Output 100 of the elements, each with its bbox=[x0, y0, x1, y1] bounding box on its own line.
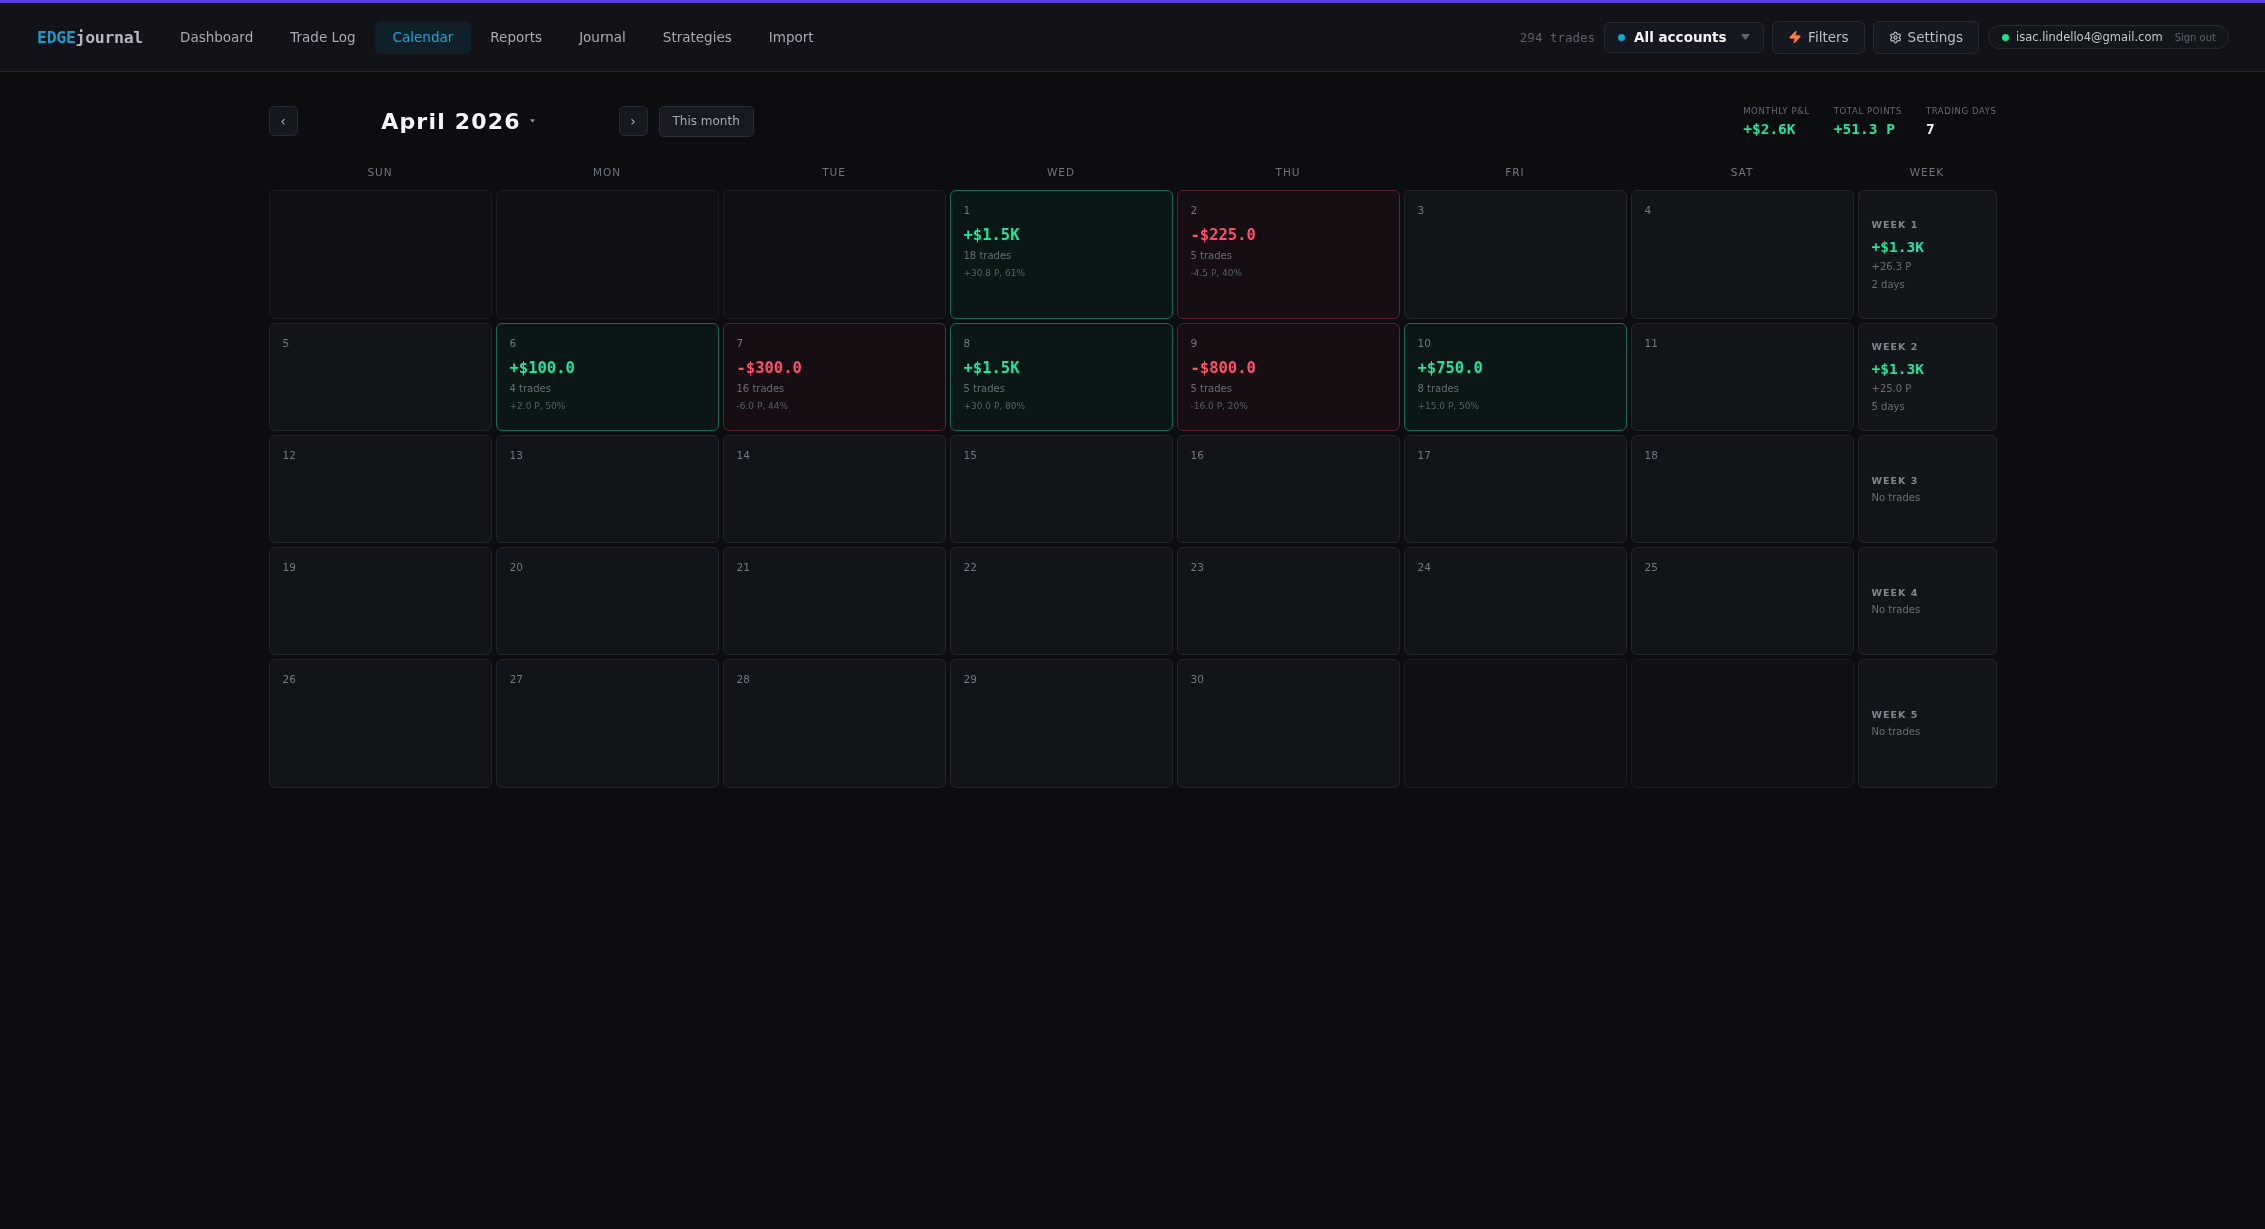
week-label: WEEK 4 bbox=[1871, 585, 1919, 599]
calendar-day[interactable]: 24 bbox=[1403, 547, 1627, 655]
stat-value: 7 bbox=[1925, 120, 1936, 137]
calendar-day[interactable]: 7 -$300.0 16 trades -6.0 P, 44% bbox=[722, 323, 946, 431]
previous-month-button[interactable]: ‹ bbox=[268, 106, 298, 136]
day-number: 18 bbox=[1644, 448, 1658, 462]
calendar-day[interactable]: 8 +$1.5K 5 trades +30.0 P, 80% bbox=[949, 323, 1173, 431]
logo: EDGEjournal bbox=[37, 27, 143, 47]
points-winrate: -16.0 P, 20% bbox=[1190, 400, 1248, 413]
online-dot-icon bbox=[2001, 33, 2009, 41]
calendar-day[interactable]: 4 bbox=[1630, 190, 1854, 319]
nav-tab[interactable]: Calendar bbox=[374, 20, 472, 54]
week-days: 5 days bbox=[1871, 400, 1905, 414]
pnl-amount: -$300.0 bbox=[736, 358, 802, 378]
calendar-day[interactable]: 27 bbox=[495, 659, 719, 788]
sign-out-link[interactable]: Sign out bbox=[2174, 31, 2216, 43]
pnl-amount: +$1.5K bbox=[963, 358, 1020, 378]
calendar-day[interactable]: 6 +$100.0 4 trades +2.0 P, 50% bbox=[495, 323, 719, 431]
calendar-day[interactable]: 9 -$800.0 5 trades -16.0 P, 20% bbox=[1176, 323, 1400, 431]
calendar-day[interactable]: 10 +$750.0 8 trades +15.0 P, 50% bbox=[1403, 323, 1627, 431]
trade-count: 8 trades bbox=[1417, 382, 1459, 396]
day-number: 11 bbox=[1644, 336, 1658, 350]
day-number: 16 bbox=[1190, 448, 1204, 462]
day-number: 4 bbox=[1644, 203, 1652, 217]
nav-tab[interactable]: Dashboard bbox=[162, 20, 272, 54]
pnl-amount: -$800.0 bbox=[1190, 358, 1256, 378]
calendar-day[interactable]: 21 bbox=[722, 547, 946, 655]
calendar-day[interactable]: 16 bbox=[1176, 435, 1400, 543]
nav-tab[interactable]: Reports bbox=[472, 20, 561, 54]
day-number: 5 bbox=[282, 336, 290, 350]
calendar-day[interactable]: 13 bbox=[495, 435, 719, 543]
weekday-heading: MON bbox=[592, 166, 622, 178]
week-label: WEEK 2 bbox=[1871, 340, 1919, 353]
settings-button[interactable]: Settings bbox=[1872, 20, 1979, 54]
month-title: April 2026 bbox=[381, 108, 521, 134]
trade-count: 4 trades bbox=[509, 382, 551, 396]
trade-count-label: 294 trades bbox=[1519, 29, 1596, 45]
caret-icon bbox=[1741, 33, 1751, 41]
day-number: 19 bbox=[282, 560, 296, 574]
day-number: 9 bbox=[1190, 336, 1198, 350]
day-number: 30 bbox=[1190, 672, 1204, 686]
nav-tab[interactable]: Strategies bbox=[644, 20, 750, 54]
this-month-button[interactable]: This month bbox=[658, 105, 754, 137]
account-select[interactable]: All accounts bbox=[1604, 21, 1765, 53]
calendar-day[interactable]: 18 bbox=[1630, 435, 1854, 543]
points-winrate: +30.0 P, 80% bbox=[963, 400, 1026, 413]
stat-label: TOTAL POINTS bbox=[1833, 105, 1902, 116]
filters-button[interactable]: Filters bbox=[1772, 20, 1865, 54]
calendar-day[interactable]: 23 bbox=[1176, 547, 1400, 655]
calendar-day[interactable]: 5 bbox=[268, 323, 492, 431]
calendar-day[interactable]: 22 bbox=[949, 547, 1173, 655]
trade-count: 5 trades bbox=[963, 382, 1005, 396]
calendar-day[interactable]: 25 bbox=[1630, 547, 1854, 655]
calendar-day[interactable]: 26 bbox=[268, 659, 492, 788]
day-number: 1 bbox=[963, 203, 971, 217]
day-number: 17 bbox=[1417, 448, 1431, 462]
day-number: 2 bbox=[1190, 203, 1198, 217]
weekday-heading: THU bbox=[1275, 166, 1301, 178]
nav-tab[interactable]: Journal bbox=[561, 20, 644, 54]
calendar-day[interactable]: 1 +$1.5K 18 trades +30.8 P, 61% bbox=[949, 190, 1173, 319]
calendar-day[interactable]: 29 bbox=[949, 659, 1173, 788]
calendar-day[interactable]: 15 bbox=[949, 435, 1173, 543]
stat-value: +51.3 P bbox=[1833, 120, 1896, 137]
week-points: +26.3 P bbox=[1871, 259, 1912, 274]
trade-count: 5 trades bbox=[1190, 249, 1232, 263]
day-number: 13 bbox=[509, 448, 523, 462]
stat-label: TRADING DAYS bbox=[1925, 105, 1997, 116]
week-pnl: +$1.3K bbox=[1871, 360, 1924, 378]
day-number: 21 bbox=[736, 560, 750, 574]
week-pnl: +$1.3K bbox=[1871, 237, 1924, 256]
calendar-day[interactable]: 3 bbox=[1403, 190, 1627, 319]
nav-tab[interactable]: Import bbox=[750, 20, 832, 54]
calendar-day[interactable]: 11 bbox=[1630, 323, 1854, 431]
calendar-day[interactable]: 17 bbox=[1403, 435, 1627, 543]
day-number: 7 bbox=[736, 336, 744, 350]
pnl-amount: +$750.0 bbox=[1417, 358, 1483, 378]
week-days: 2 days bbox=[1871, 277, 1905, 292]
day-number: 12 bbox=[282, 448, 296, 462]
week-note: No trades bbox=[1871, 602, 1921, 617]
next-month-button[interactable]: › bbox=[618, 106, 648, 136]
points-winrate: +2.0 P, 50% bbox=[509, 400, 566, 413]
points-winrate: -6.0 P, 44% bbox=[736, 400, 789, 413]
day-number: 14 bbox=[736, 448, 750, 462]
calendar-day[interactable]: 20 bbox=[495, 547, 719, 655]
user-email: isac.lindello4@gmail.com bbox=[2015, 30, 2163, 44]
weekday-heading: TUE bbox=[822, 166, 846, 178]
nav-tab[interactable]: Trade Log bbox=[272, 20, 374, 54]
calendar-day[interactable]: 28 bbox=[722, 659, 946, 788]
day-number: 24 bbox=[1417, 560, 1431, 574]
weekday-heading: WED bbox=[1046, 166, 1076, 178]
trade-count: 5 trades bbox=[1190, 382, 1232, 396]
weekday-heading: WEEK bbox=[1909, 166, 1945, 178]
week-note: No trades bbox=[1871, 725, 1921, 739]
calendar-day[interactable]: 19 bbox=[268, 547, 492, 655]
calendar-day[interactable]: 30 bbox=[1176, 659, 1400, 788]
calendar-day[interactable]: 14 bbox=[722, 435, 946, 543]
calendar-day[interactable]: 2 -$225.0 5 trades -4.5 P, 40% bbox=[1176, 190, 1400, 319]
calendar-day[interactable]: 12 bbox=[268, 435, 492, 543]
day-number: 27 bbox=[509, 672, 523, 686]
day-number: 26 bbox=[282, 672, 296, 686]
